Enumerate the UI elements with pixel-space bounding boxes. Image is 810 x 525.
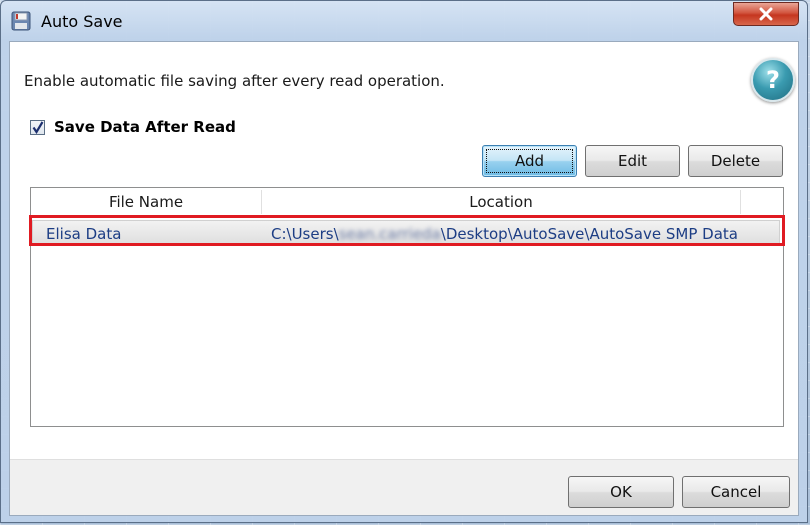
cell-file-name: Elisa Data <box>46 225 122 243</box>
column-header-location[interactable]: Location <box>262 188 740 216</box>
ok-button[interactable]: OK <box>568 476 674 508</box>
delete-button[interactable]: Delete <box>688 145 783 177</box>
edit-button-label: Edit <box>617 152 648 170</box>
cell-location: C:\Users\sean.carrieda\Desktop\AutoSave\… <box>271 225 738 243</box>
auto-save-dialog: Auto Save Enable automatic file saving a… <box>0 0 808 523</box>
column-header-file-name[interactable]: File Name <box>31 188 261 216</box>
close-button[interactable] <box>733 2 799 26</box>
cancel-button[interactable]: Cancel <box>682 476 790 508</box>
redacted-username: sean.carrieda <box>338 225 441 243</box>
help-icon: ? <box>766 66 780 94</box>
location-suffix: \Desktop\AutoSave\AutoSave SMP Data <box>440 225 738 243</box>
table-row[interactable]: Elisa Data C:\Users\sean.carrieda\Deskto… <box>32 220 780 246</box>
delete-button-label: Delete <box>710 152 761 170</box>
location-prefix: C:\Users\ <box>271 225 339 243</box>
focus-rectangle <box>486 149 573 173</box>
title-bar[interactable]: Auto Save <box>1 1 807 43</box>
edit-button[interactable]: Edit <box>585 145 680 177</box>
dialog-footer: OK Cancel <box>10 459 798 515</box>
cancel-button-label: Cancel <box>710 483 762 501</box>
autosave-file-list[interactable]: File Name Location Elisa Data C:\Users\s… <box>30 187 784 427</box>
save-after-read-label: Save Data After Read <box>54 118 236 136</box>
save-after-read-checkbox[interactable] <box>30 119 45 135</box>
close-icon <box>759 7 773 21</box>
window-title: Auto Save <box>41 12 123 31</box>
description-text: Enable automatic file saving after every… <box>24 72 445 90</box>
add-button[interactable]: Add <box>482 145 577 177</box>
dialog-body: Enable automatic file saving after every… <box>9 41 799 516</box>
ok-button-label: OK <box>610 483 632 501</box>
list-header: File Name Location <box>31 188 783 217</box>
save-after-read-option[interactable]: Save Data After Read <box>30 118 236 136</box>
checkmark-icon <box>32 120 44 134</box>
help-button[interactable]: ? <box>751 58 795 102</box>
save-disk-icon <box>11 11 31 31</box>
column-divider[interactable] <box>740 190 741 214</box>
